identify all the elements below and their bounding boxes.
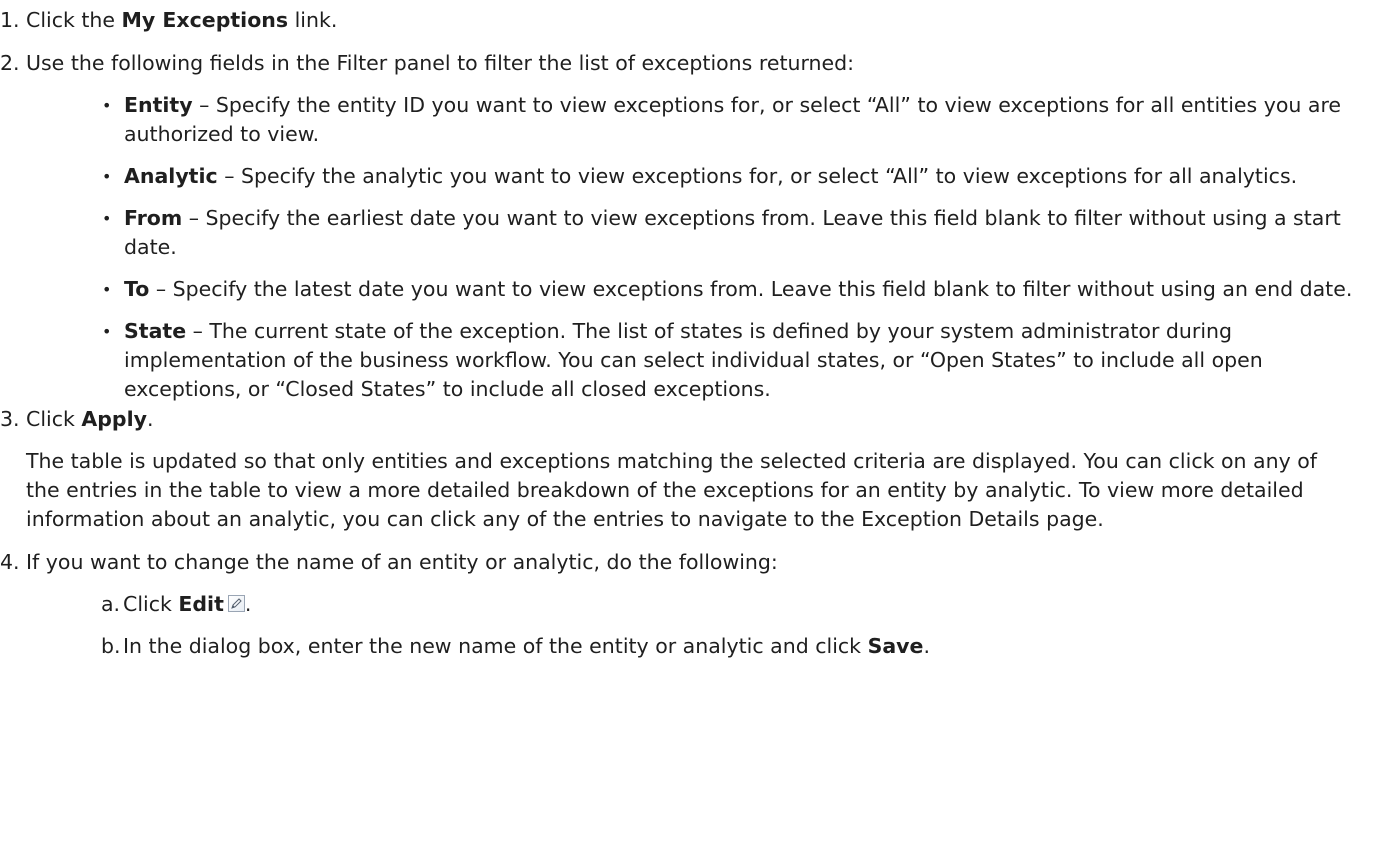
step-text: Click: [26, 407, 82, 431]
substep-letter: a.: [101, 592, 121, 616]
edit-icon: [227, 595, 245, 612]
substep-text: .: [244, 592, 252, 616]
substep-b: b. In the dialog box, enter the new name…: [26, 632, 1376, 661]
step-text: Click the: [26, 8, 122, 32]
list-item-analytic: • Analytic – Specify the analytic you wa…: [26, 162, 1376, 191]
step-3-explanation: The table is updated so that only entiti…: [26, 449, 1317, 531]
bullet-icon: •: [102, 167, 112, 186]
instructions-page: 1. Click the My Exceptions link. 2. Use …: [0, 0, 1376, 859]
field-label: Analytic: [124, 164, 218, 188]
field-label: To: [124, 277, 150, 301]
list-item-state: • State – The current state of the excep…: [26, 317, 1376, 404]
list-item-entity: • Entity – Specify the entity ID you wan…: [26, 91, 1376, 149]
substep-text: .: [923, 634, 930, 658]
step-number: 4.: [0, 550, 20, 574]
bullet-icon: •: [102, 280, 112, 299]
field-label: State: [124, 319, 187, 343]
field-description: – Specify the analytic you want to view …: [217, 164, 1298, 188]
step-2: 2. Use the following fields in the Filte…: [0, 49, 1376, 404]
bullet-icon: •: [102, 322, 112, 341]
step-text: If you want to change the name of an ent…: [26, 550, 778, 574]
substep-letter: b.: [101, 634, 121, 658]
list-item-to: • To – Specify the latest date you want …: [26, 275, 1376, 304]
step-1: 1. Click the My Exceptions link.: [0, 6, 1376, 35]
list-item-from: • From – Specify the earliest date you w…: [26, 204, 1376, 262]
field-description: – Specify the entity ID you want to view…: [124, 93, 1342, 146]
field-label: Entity: [124, 93, 193, 117]
substeps-list: a. Click Edit. b. In the dialog box, ent…: [26, 590, 1376, 661]
field-description: – Specify the latest date you want to vi…: [149, 277, 1353, 301]
step-number: 1.: [0, 8, 20, 32]
my-exceptions-label: My Exceptions: [121, 8, 289, 32]
bullet-icon: •: [102, 209, 112, 228]
field-description: – The current state of the exception. Th…: [124, 319, 1263, 401]
save-label: Save: [867, 634, 924, 658]
bullet-icon: •: [102, 96, 112, 115]
step-number: 3.: [0, 407, 20, 431]
step-text: .: [146, 407, 154, 431]
apply-label: Apply: [81, 407, 147, 431]
step-text: Use the following fields in the Filter p…: [26, 51, 855, 75]
edit-label: Edit: [178, 592, 224, 616]
substep-text: In the dialog box, enter the new name of…: [123, 634, 868, 658]
substep-a: a. Click Edit.: [26, 590, 1376, 619]
step-text: link.: [288, 8, 338, 32]
field-description: – Specify the earliest date you want to …: [124, 206, 1341, 259]
step-number: 2.: [0, 51, 20, 75]
step-4: 4. If you want to change the name of an …: [0, 548, 1376, 661]
substep-text: Click: [123, 592, 179, 616]
field-label: From: [124, 206, 183, 230]
filter-fields-list: • Entity – Specify the entity ID you wan…: [26, 91, 1376, 404]
step-3: 3. Click Apply. The table is updated so …: [0, 405, 1376, 534]
